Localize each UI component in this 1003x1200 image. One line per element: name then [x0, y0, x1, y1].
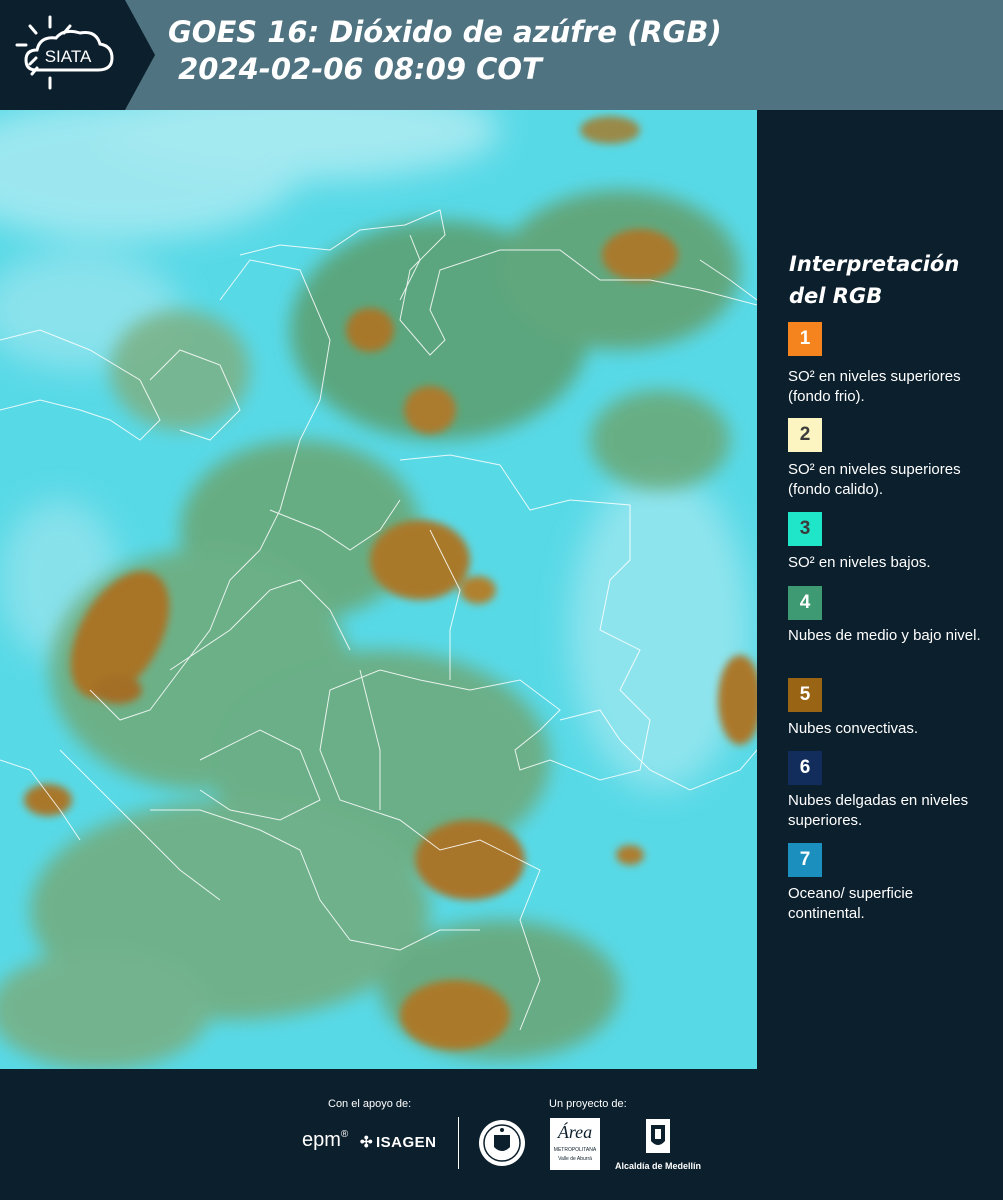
legend-swatch-5: 5 [788, 678, 822, 712]
legend-panel: Interpretación del RGB 1 SO² en niveles … [757, 110, 1003, 1069]
siata-logo-icon: SIATA [0, 0, 155, 110]
area-logo-sub1: METROPOLITANA [553, 1147, 597, 1153]
footer-divider [458, 1117, 459, 1169]
alcaldia-emblem-icon [646, 1119, 670, 1153]
alcaldia-logo: Alcaldía de Medellín [612, 1117, 704, 1171]
header: SIATA GOES 16: Dióxido de azúfre (RGB) 2… [0, 0, 1003, 110]
epm-logo-text: epm [302, 1129, 341, 1151]
legend-swatch-2: 2 [788, 418, 822, 452]
legend-label-1: SO² en niveles superiores (fondo frio). [788, 368, 961, 405]
legend-label-4: Nubes de medio y bajo nivel. [788, 627, 981, 644]
area-logo-text: Área [557, 1122, 593, 1142]
sulfur-dioxide-rgb-imagery [0, 110, 757, 1069]
epm-logo: epm® [302, 1129, 349, 1151]
legend-label-7: Oceano/ superficie continental. [788, 885, 914, 922]
legend-label-6: Nubes delgadas en niveles superiores. [788, 792, 969, 829]
isagen-mark-icon: ✣ [360, 1134, 374, 1151]
siata-logo-text: SIATA [45, 47, 92, 66]
legend-label-2: SO² en niveles superiores (fondo calido)… [788, 461, 961, 498]
legend-swatch-4: 4 [788, 586, 822, 620]
legend-title-line-2: del RGB [789, 284, 883, 308]
area-metropolitana-logo: Área METROPOLITANA Valle de Aburrá [550, 1118, 600, 1170]
alcaldia-logo-text: Alcaldía de Medellín [614, 1161, 702, 1171]
title-line-1: GOES 16: Dióxido de azúfre (RGB) [168, 15, 722, 49]
legend-label-3: SO² en niveles bajos. [788, 554, 931, 571]
legend-title-line-1: Interpretación [789, 252, 960, 276]
support-label: Con el apoyo de: [328, 1098, 412, 1110]
legend-label-5: Nubes convectivas. [788, 720, 919, 737]
legend-swatch-6: 6 [788, 751, 822, 785]
area-logo-sub2: Valle de Aburrá [558, 1156, 592, 1162]
isagen-logo: ✣ ISAGEN [360, 1133, 437, 1151]
medellin-seal-icon [478, 1119, 526, 1172]
legend-swatch-1: 1 [788, 322, 822, 356]
isagen-logo-text: ISAGEN [376, 1134, 437, 1151]
siata-logo-panel: SIATA [0, 0, 155, 110]
project-label: Un proyecto de: [549, 1098, 627, 1110]
footer: Con el apoyo de: Un proyecto de: epm® ✣ I… [0, 1069, 1003, 1200]
legend-swatch-7: 7 [788, 843, 822, 877]
legend-title: Interpretación del RGB [789, 248, 959, 312]
title-line-2: 2024-02-06 08:09 COT [168, 52, 542, 86]
satellite-map-image [0, 110, 757, 1069]
page-title: GOES 16: Dióxido de azúfre (RGB) 2024-02… [168, 14, 722, 88]
legend-swatch-3: 3 [788, 512, 822, 546]
